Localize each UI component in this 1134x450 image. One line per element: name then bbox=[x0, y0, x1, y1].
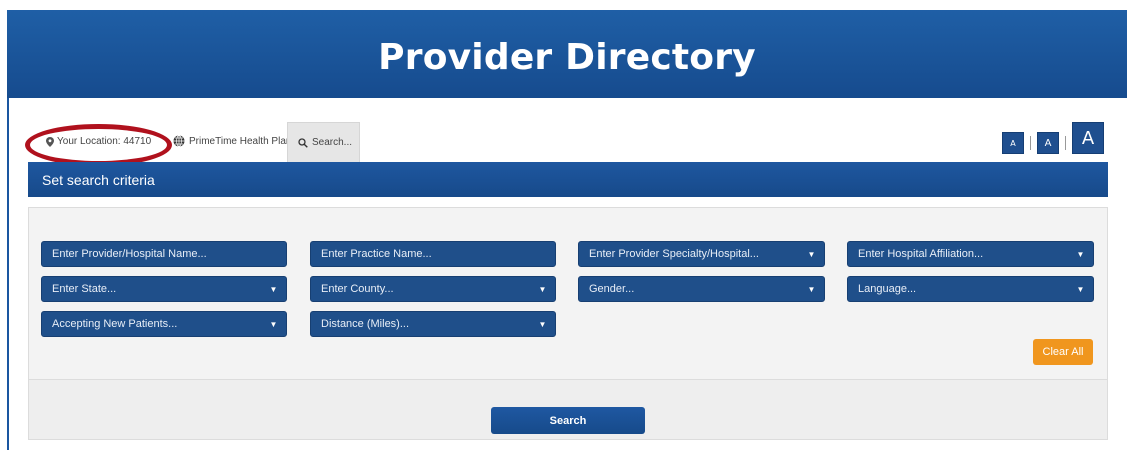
caret-down-icon: ▼ bbox=[1076, 249, 1085, 259]
clear-all-button[interactable]: Clear All bbox=[1033, 339, 1093, 365]
caret-down-icon: ▼ bbox=[807, 249, 816, 259]
field-label: Gender... bbox=[589, 283, 635, 295]
font-small-button[interactable]: A bbox=[1002, 132, 1024, 154]
field-label: Enter Practice Name... bbox=[321, 248, 432, 260]
highlight-ellipse bbox=[25, 124, 172, 166]
caret-down-icon: ▼ bbox=[1076, 284, 1085, 294]
page-title: Provider Directory bbox=[378, 36, 756, 78]
caret-down-icon: ▼ bbox=[538, 284, 547, 294]
provider-name-input[interactable]: Enter Provider/Hospital Name... bbox=[41, 241, 287, 267]
field-label: Enter Provider/Hospital Name... bbox=[52, 248, 207, 260]
separator bbox=[1030, 136, 1031, 150]
left-border bbox=[7, 98, 9, 450]
specialty-select[interactable]: Enter Provider Specialty/Hospital... ▼ bbox=[578, 241, 825, 267]
separator bbox=[1065, 136, 1066, 150]
criteria-header: Set search criteria bbox=[28, 162, 1108, 197]
county-select[interactable]: Enter County... ▼ bbox=[310, 276, 556, 302]
field-label: Distance (Miles)... bbox=[321, 318, 410, 330]
field-label: Enter State... bbox=[52, 283, 117, 295]
quick-search-text: Search... bbox=[312, 137, 353, 148]
quick-search-tab[interactable]: Search... bbox=[287, 122, 360, 162]
gender-select[interactable]: Gender... ▼ bbox=[578, 276, 825, 302]
field-label: Enter County... bbox=[321, 283, 394, 295]
accepting-patients-select[interactable]: Accepting New Patients... ▼ bbox=[41, 311, 287, 337]
practice-name-input[interactable]: Enter Practice Name... bbox=[310, 241, 556, 267]
font-medium-button[interactable]: A bbox=[1037, 132, 1059, 154]
font-large-button[interactable]: A bbox=[1072, 122, 1104, 154]
hospital-affiliation-select[interactable]: Enter Hospital Affiliation... ▼ bbox=[847, 241, 1094, 267]
field-label: Language... bbox=[858, 283, 917, 295]
field-label: Accepting New Patients... bbox=[52, 318, 178, 330]
caret-down-icon: ▼ bbox=[269, 284, 278, 294]
magnifier-icon bbox=[298, 137, 308, 148]
utility-bar: Your Location: 44710 PrimeTime Health Pl… bbox=[25, 122, 1108, 166]
caret-down-icon: ▼ bbox=[538, 319, 547, 329]
language-select[interactable]: Language... ▼ bbox=[847, 276, 1094, 302]
font-size-controls: A A A bbox=[1002, 122, 1104, 154]
globe-icon bbox=[173, 135, 185, 147]
field-label: Enter Hospital Affiliation... bbox=[858, 248, 984, 260]
criteria-heading: Set search criteria bbox=[42, 171, 155, 188]
state-select[interactable]: Enter State... ▼ bbox=[41, 276, 287, 302]
search-button[interactable]: Search bbox=[491, 407, 645, 434]
plan-text: PrimeTime Health Plan bbox=[189, 135, 292, 147]
field-label: Enter Provider Specialty/Hospital... bbox=[589, 248, 759, 260]
plan-link[interactable]: PrimeTime Health Plan bbox=[173, 135, 291, 147]
title-banner: Provider Directory bbox=[7, 10, 1127, 98]
caret-down-icon: ▼ bbox=[807, 284, 816, 294]
caret-down-icon: ▼ bbox=[269, 319, 278, 329]
criteria-panel: Enter Provider/Hospital Name... Enter Pr… bbox=[28, 207, 1108, 380]
distance-select[interactable]: Distance (Miles)... ▼ bbox=[310, 311, 556, 337]
